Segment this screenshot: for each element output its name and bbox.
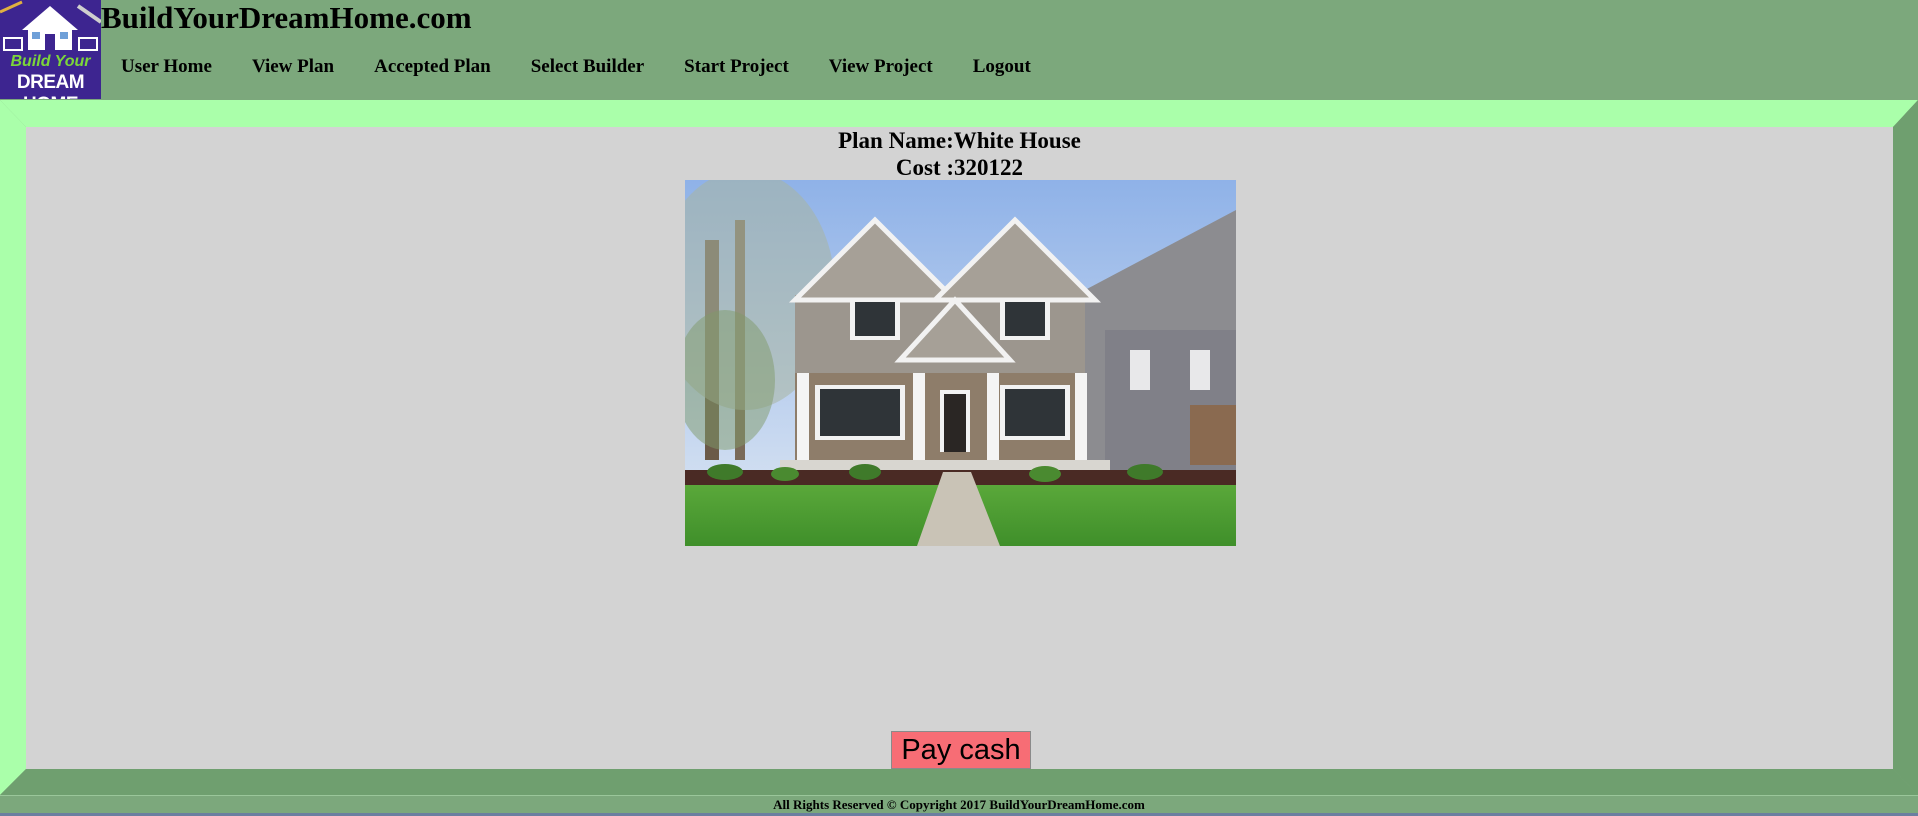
nav-view-plan[interactable]: View Plan	[252, 56, 334, 78]
nav-view-project[interactable]: View Project	[829, 56, 933, 78]
house-photo	[685, 180, 1236, 546]
nav-select-builder[interactable]: Select Builder	[531, 56, 644, 78]
copyright-text: All Rights Reserved © Copyright 2017 Bui…	[773, 797, 1145, 812]
site-logo[interactable]: Build Your DREAM HOME	[0, 0, 101, 99]
plan-cost: Cost :320122	[895, 155, 1024, 180]
house-photo-icon	[685, 180, 1236, 546]
logo-text-bottom: DREAM HOME	[16, 72, 85, 99]
site-title: BuildYourDreamHome.com	[101, 0, 472, 35]
nav-start-project[interactable]: Start Project	[684, 56, 789, 78]
plan-content: Plan Name:White House Cost :320122 Pay c…	[26, 127, 1893, 769]
main-nav: User Home View Plan Accepted Plan Select…	[121, 56, 1071, 78]
nav-accepted-plan[interactable]: Accepted Plan	[374, 56, 491, 78]
site-header: Build Your DREAM HOME BuildYourDreamHome…	[0, 0, 1918, 100]
nav-logout[interactable]: Logout	[973, 56, 1031, 78]
plan-name: Plan Name:White House	[838, 128, 1081, 153]
logo-text-top: Build Your	[10, 53, 91, 70]
site-footer: All Rights Reserved © Copyright 2017 Bui…	[0, 795, 1918, 816]
nav-user-home[interactable]: User Home	[121, 56, 212, 78]
pay-cash-button[interactable]: Pay cash	[891, 731, 1031, 769]
